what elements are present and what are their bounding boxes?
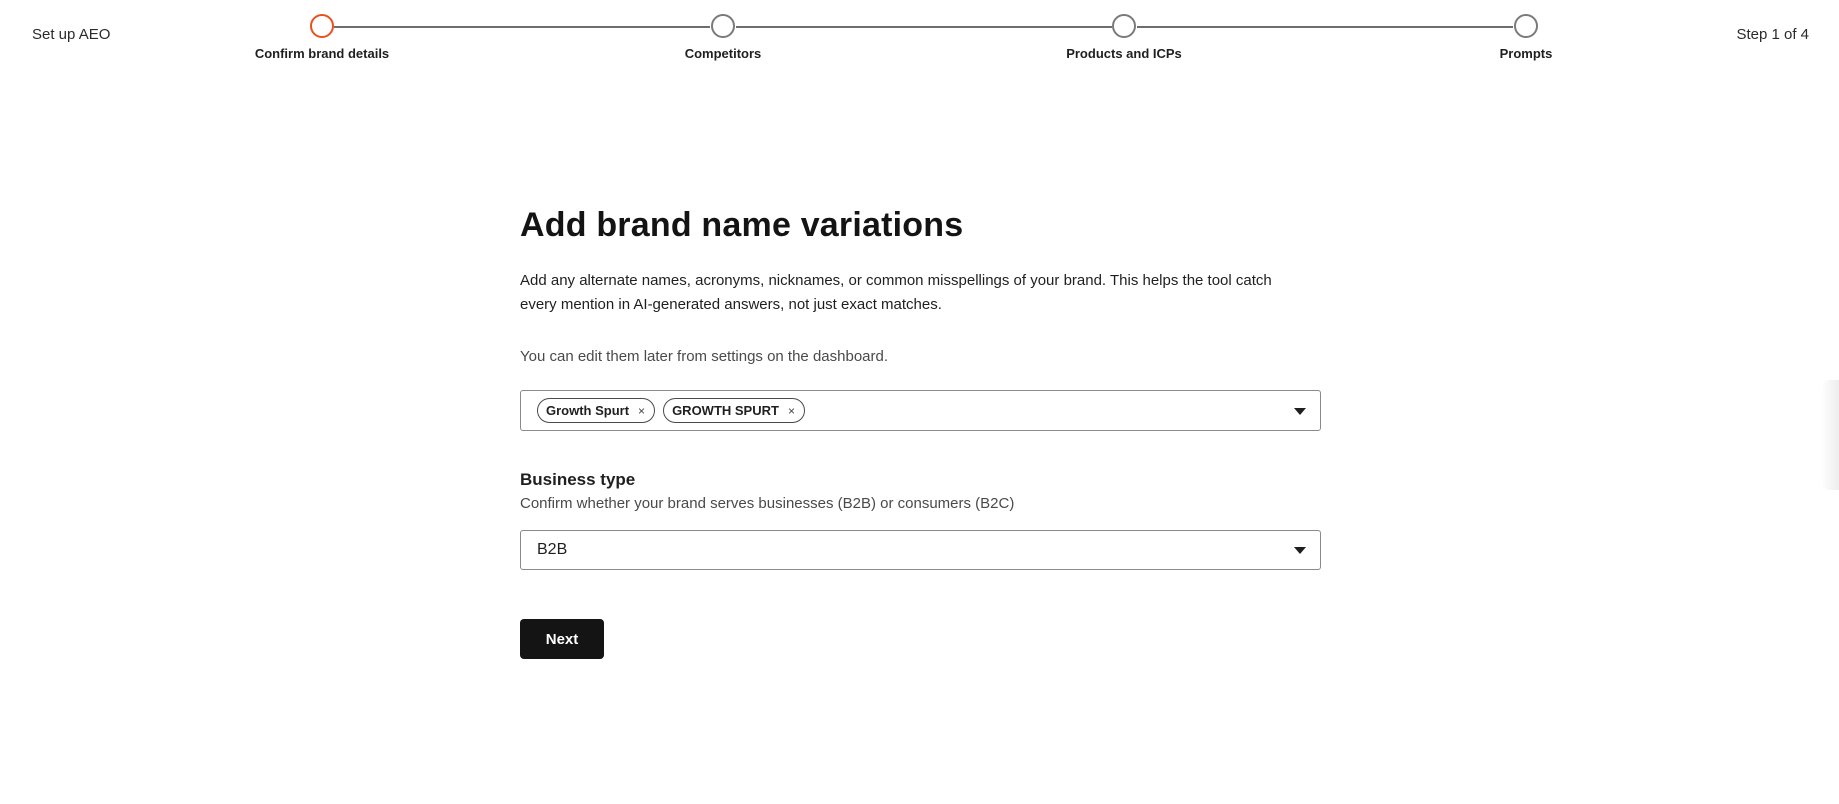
side-panel-edge <box>1821 380 1839 490</box>
chip-label: Growth Spurt <box>546 403 630 418</box>
step-products-and-icps: Products and ICPs <box>1024 14 1224 61</box>
remove-chip-icon[interactable]: × <box>788 404 795 418</box>
chevron-down-icon[interactable] <box>1294 407 1306 415</box>
page-description: Add any alternate names, acronyms, nickn… <box>520 272 1272 313</box>
step-indicator-icon <box>1514 14 1538 38</box>
step-indicator-icon <box>1112 14 1136 38</box>
step-label: Prompts <box>1499 46 1553 61</box>
progress-stepper: Confirm brand details Competitors Produc… <box>0 0 1839 70</box>
business-type-label: Business type <box>520 470 636 489</box>
variation-chip: Growth Spurt × <box>537 398 656 423</box>
step-confirm-brand-details: Confirm brand details <box>222 14 422 61</box>
step-indicator-active-icon <box>310 14 334 38</box>
remove-chip-icon[interactable]: × <box>638 404 645 418</box>
brand-variations-multiselect[interactable]: Growth Spurt × GROWTH SPURT × <box>520 390 1321 431</box>
brand-variations-form: Add brand name variations Add any altern… <box>520 206 1321 659</box>
step-label: Competitors <box>684 46 762 61</box>
business-type-select[interactable]: B2B <box>520 530 1321 570</box>
step-label: Products and ICPs <box>1066 46 1182 61</box>
business-type-value: B2B <box>537 541 568 558</box>
chip-label: GROWTH SPURT <box>672 403 779 418</box>
step-prompts: Prompts <box>1426 14 1626 61</box>
business-type-help: Confirm whether your brand serves busine… <box>520 495 1015 512</box>
variation-chip: GROWTH SPURT × <box>663 398 805 423</box>
chevron-down-icon[interactable] <box>1294 547 1306 554</box>
step-indicator-icon <box>711 14 735 38</box>
step-label: Confirm brand details <box>254 46 390 61</box>
next-button[interactable]: Next <box>520 619 604 659</box>
setup-page: Set up AEO Step 1 of 4 Confirm brand det… <box>0 0 1839 804</box>
step-competitors: Competitors <box>623 14 823 61</box>
edit-later-hint: You can edit them later from settings on… <box>520 348 889 365</box>
page-title: Add brand name variations <box>520 206 964 244</box>
